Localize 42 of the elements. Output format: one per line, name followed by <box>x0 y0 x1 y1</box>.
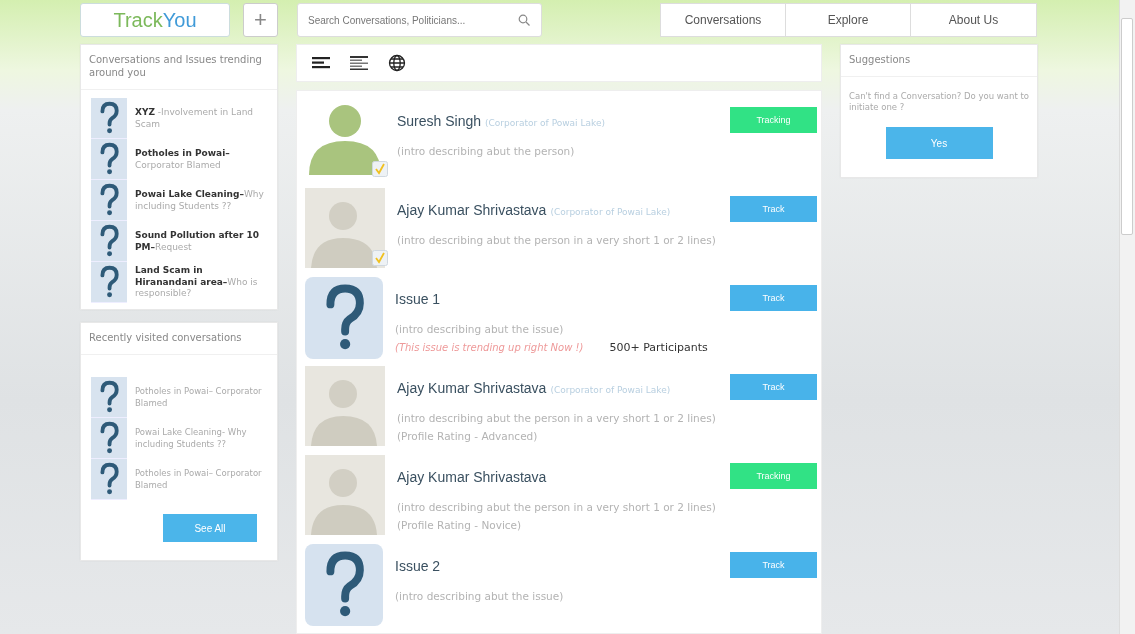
panel-title: Suggestions <box>841 45 1037 77</box>
profile-rating: (Profile Rating - Advanced) <box>397 430 539 442</box>
entry-role: (Corporator of Powai Lake) <box>485 118 605 128</box>
trending-item[interactable]: Land Scam in Hiranandani area–Who is responsible? <box>135 264 267 301</box>
question-mark-icon <box>98 380 120 414</box>
globe-icon[interactable] <box>387 54 407 72</box>
question-mark-icon <box>98 265 120 299</box>
profile-rating: (Profile Rating - Novice) <box>397 519 523 531</box>
panel-title: Recently visited conversations <box>81 323 277 355</box>
question-mark-icon <box>98 224 120 258</box>
entry-name[interactable]: Issue 1 <box>395 291 441 307</box>
trending-item[interactable]: XYZ -Involvement in Land Scam <box>135 106 267 131</box>
scrollbar[interactable] <box>1119 0 1135 634</box>
entry-name[interactable]: Ajay Kumar Shrivastava <box>397 202 547 218</box>
question-mark-icon <box>98 462 120 496</box>
intro-text: (intro describing abut the issue) <box>395 323 565 335</box>
search-icon[interactable] <box>518 14 530 26</box>
intro-text: (intro describing abut the person) <box>397 145 576 157</box>
entry-name[interactable]: Ajay Kumar Shrivastava <box>397 469 547 485</box>
question-mark-icon <box>98 142 120 176</box>
trending-item[interactable]: Potholes in Powai– Corporator Blamed <box>135 147 267 172</box>
add-button[interactable]: + <box>243 3 278 37</box>
list-view-icon[interactable] <box>349 54 369 72</box>
participant-count: 500+ Participants <box>609 341 708 354</box>
trending-note: (This issue is trending up right Now !) <box>395 342 584 353</box>
trending-item[interactable]: Powai Lake Cleaning–Why including Students ?? <box>135 188 267 213</box>
question-mark-icon <box>98 101 120 135</box>
intro-text: (intro describing abut the issue) <box>395 590 565 602</box>
intro-text: (intro describing abut the person in a very short 1 or 2 lines) <box>397 234 717 246</box>
entry-name[interactable]: Ajay Kumar Shrivastava <box>397 380 547 396</box>
panel-title: Conversations and Issues trending around you <box>81 45 277 90</box>
question-mark-icon <box>98 183 120 217</box>
search-field[interactable]: Search Conversations, Politicians... <box>297 3 542 37</box>
entry-name[interactable]: Issue 2 <box>395 558 441 574</box>
intro-text: (intro describing abut the person in a very short 1 or 2 lines) <box>397 412 717 424</box>
entry-name[interactable]: Suresh Singh <box>397 113 482 129</box>
intro-text: (intro describing abut the person in a very short 1 or 2 lines) <box>397 501 717 513</box>
question-mark-icon <box>98 421 120 455</box>
suggestion-text: Can't find a Conversation? Do you want to initiate one ? <box>848 90 1030 114</box>
entry-role: (Corporator of Powai Lake) <box>550 385 671 395</box>
trending-item[interactable]: Sound Pollution after 10 PM–Request <box>135 229 267 254</box>
entry-role: (Corporator of Powai Lake) <box>550 207 671 217</box>
